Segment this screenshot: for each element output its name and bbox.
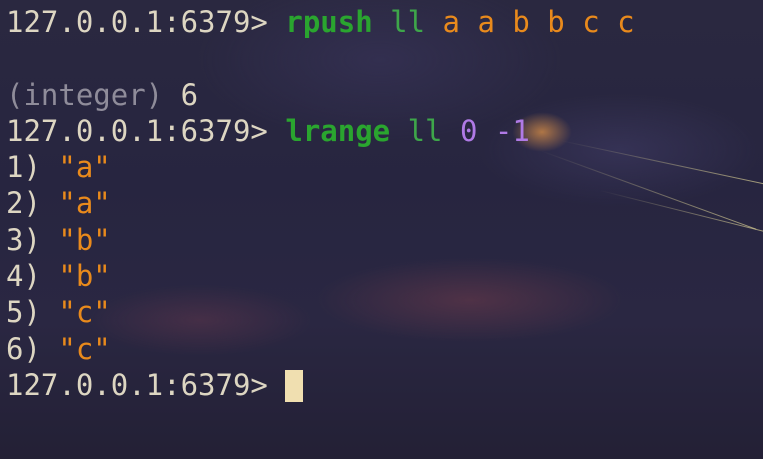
list-index: 6) xyxy=(6,331,41,366)
range-end: -1 xyxy=(494,113,530,148)
list-index: 1) xyxy=(6,150,41,185)
prompt: 127.0.0.1:6379> xyxy=(6,367,286,402)
list-value: "a" xyxy=(58,150,111,185)
list-index: 2) xyxy=(6,186,41,221)
list-index: 3) xyxy=(6,222,41,257)
input-line[interactable]: 127.0.0.1:6379> xyxy=(6,367,763,403)
integer-reply: (integer) 6 xyxy=(6,77,763,113)
list-value: "a" xyxy=(58,186,111,221)
command-key: ll xyxy=(390,5,426,39)
list-item: 3) "b" xyxy=(6,222,763,258)
command-name: rpush xyxy=(285,5,373,39)
list-index: 5) xyxy=(6,295,41,330)
reply-value: 6 xyxy=(180,77,199,112)
list-value: "c" xyxy=(58,331,111,366)
list-value: "c" xyxy=(58,295,111,330)
command-args: a a b b c c xyxy=(442,5,635,39)
command-key: ll xyxy=(407,113,443,148)
list-value: "b" xyxy=(58,222,111,257)
prompt: 127.0.0.1:6379> xyxy=(6,5,286,39)
reply-type: (integer) xyxy=(6,77,164,112)
list-item: 5) "c" xyxy=(6,294,763,330)
command-line: 127.0.0.1:6379> lrange ll 0 -1 xyxy=(6,113,763,149)
list-item: 6) "c" xyxy=(6,331,763,367)
terminal-output[interactable]: 127.0.0.1:6379> rpush ll a a b b c c (in… xyxy=(6,4,763,459)
list-item: 1) "a" xyxy=(6,149,763,185)
prompt: 127.0.0.1:6379> xyxy=(6,113,286,148)
list-value: "b" xyxy=(58,259,111,294)
range-start: 0 xyxy=(459,113,478,148)
list-index: 4) xyxy=(6,259,41,294)
text-cursor[interactable] xyxy=(285,369,304,402)
list-item: 4) "b" xyxy=(6,258,763,294)
command-line: 127.0.0.1:6379> rpush ll a a b b c c xyxy=(6,4,763,40)
command-name: lrange xyxy=(285,113,391,148)
list-item: 2) "a" xyxy=(6,185,763,221)
